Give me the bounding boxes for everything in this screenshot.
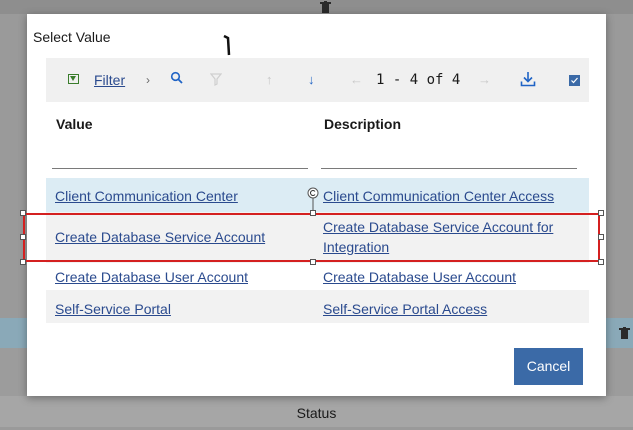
table-toolbar: Filter › ↑ ↓ ← 1 - 4 of 4 → [46, 58, 589, 102]
description-filter-input[interactable] [321, 167, 577, 169]
value-filter-input[interactable] [52, 167, 308, 169]
resize-handle[interactable] [20, 259, 26, 265]
pagination-count: 1 - 4 of 4 [376, 72, 461, 88]
previous-page-icon[interactable]: ← [350, 58, 363, 102]
row-value-link[interactable]: Self-Service Portal [55, 301, 171, 317]
filter-icon[interactable] [68, 74, 79, 84]
resize-handle[interactable] [20, 234, 26, 240]
search-icon[interactable] [170, 71, 184, 85]
table-row[interactable]: Create Database User Account Create Data… [46, 263, 589, 290]
row-value-link[interactable]: Client Communication Center [55, 188, 238, 204]
text-cursor-icon [223, 34, 231, 56]
selection-highlight-box [23, 213, 600, 262]
select-all-icon[interactable] [569, 75, 580, 86]
chevron-right-icon[interactable]: › [146, 58, 150, 102]
dialog-title: Select Value [33, 29, 111, 45]
resize-handle[interactable] [20, 210, 26, 216]
arrow-down-icon[interactable]: ↓ [308, 58, 315, 102]
select-value-dialog: Select Value Filter › ↑ ↓ ← 1 - 4 of 4 →… [20, 14, 606, 396]
background-band-top [0, 0, 633, 14]
download-icon[interactable] [520, 71, 536, 87]
resize-handle[interactable] [598, 234, 604, 240]
column-header-description: Description [324, 116, 402, 132]
arrow-up-icon[interactable]: ↑ [266, 58, 273, 102]
row-description-link[interactable]: Create Database User Account [323, 269, 516, 285]
resize-handle[interactable] [310, 259, 316, 265]
table-row[interactable]: Self-Service Portal Self-Service Portal … [46, 290, 589, 323]
next-page-icon[interactable]: → [478, 58, 491, 102]
row-description-link[interactable]: Client Communication Center Access [323, 188, 554, 204]
clear-filter-icon[interactable] [210, 73, 222, 87]
resize-handle[interactable] [598, 259, 604, 265]
rotate-handle-icon[interactable] [306, 187, 320, 211]
resize-handle[interactable] [598, 210, 604, 216]
column-header-value: Value [56, 116, 93, 132]
background-status-header: Status [0, 396, 633, 427]
filter-link[interactable]: Filter [94, 58, 125, 102]
trash-icon [619, 327, 630, 342]
cancel-button[interactable]: Cancel [514, 348, 583, 385]
row-value-link[interactable]: Create Database User Account [55, 269, 248, 285]
row-description-link[interactable]: Self-Service Portal Access [323, 301, 487, 317]
